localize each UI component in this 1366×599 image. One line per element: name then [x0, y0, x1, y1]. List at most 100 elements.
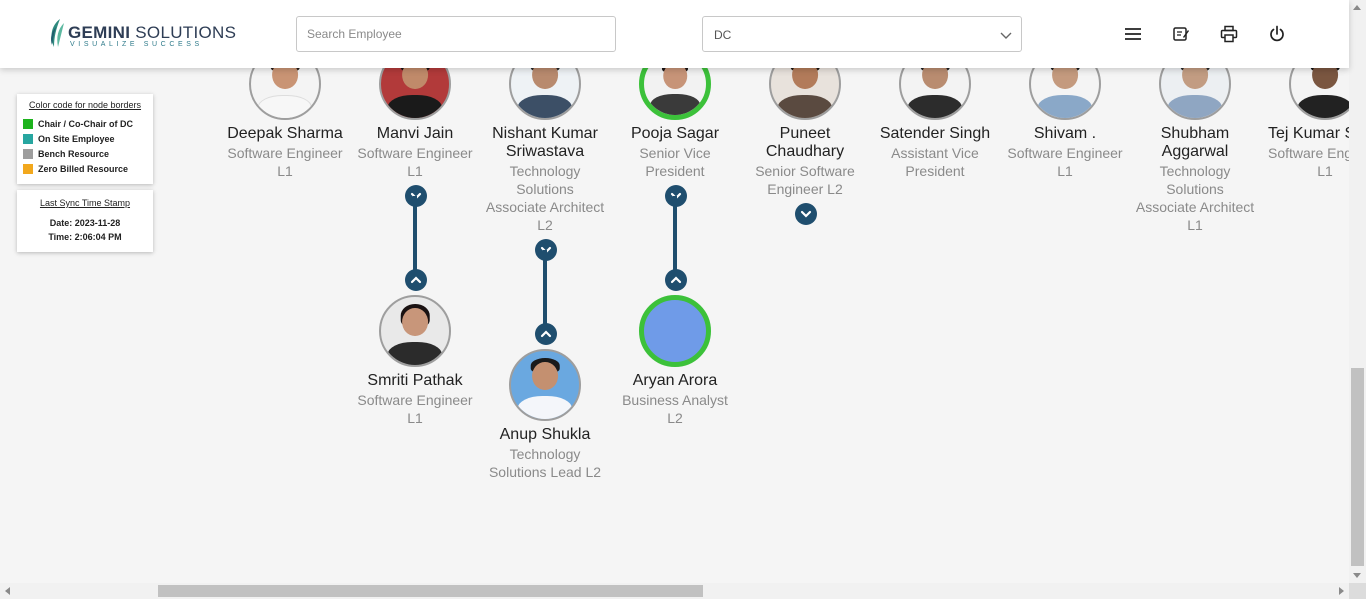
- employee-role: Software Engineer: [1007, 145, 1123, 161]
- employee-name: Smriti Pathak: [367, 372, 463, 389]
- employee-level: L1: [407, 410, 423, 426]
- bench-swatch: [23, 148, 33, 159]
- employee-role-line3: Associate Architect: [1135, 199, 1255, 215]
- tree-connector: [413, 196, 417, 280]
- employee-role: Senior Software: [755, 163, 855, 179]
- employee-name: Anup Shukla: [499, 426, 591, 443]
- employee-level: L2: [667, 410, 683, 426]
- employee-level: L1: [1317, 163, 1333, 179]
- vertical-scroll-thumb[interactable]: [1351, 368, 1364, 566]
- employee-name: Tej Kumar S: [1268, 125, 1349, 142]
- employee-level: L1: [1057, 163, 1073, 179]
- logo-wordmark: GEMINI SOLUTIONS: [68, 23, 237, 42]
- employee-level: L2: [537, 217, 553, 233]
- onsite-swatch: [23, 133, 33, 144]
- logout-button[interactable]: [1267, 24, 1287, 44]
- sync-time: Time: 2:06:04 PM: [48, 232, 122, 242]
- menu-button[interactable]: [1123, 24, 1143, 44]
- employee-name: Nishant Kumar: [492, 125, 598, 142]
- app-root: Deepak Sharma Software Engineer L1 Manvi…: [0, 0, 1366, 599]
- employee-role-line2: Engineer L2: [767, 181, 843, 197]
- department-select[interactable]: DC: [702, 16, 1022, 52]
- edit-note-icon: [1173, 27, 1189, 41]
- employee-role: Business Analyst: [622, 392, 728, 408]
- employee-level: L1: [1187, 217, 1203, 233]
- legend-label: Zero Billed Resource: [38, 163, 129, 174]
- legend-item: Chair / Co-Chair of DC: [23, 116, 153, 131]
- tree-connector: [543, 250, 547, 334]
- employee-role: Software Eng: [1268, 145, 1349, 161]
- chevron-down-icon: [1000, 32, 1012, 39]
- print-button[interactable]: [1219, 24, 1239, 44]
- collapse-up-toggle-button[interactable]: [535, 323, 557, 345]
- employee-role-line2: Solutions Lead L2: [488, 464, 602, 480]
- zero-billed-swatch: [23, 163, 33, 174]
- avatar[interactable]: [509, 349, 581, 421]
- expand-toggle-button[interactable]: [795, 203, 817, 225]
- sync-title: Last Sync Time Stamp: [39, 198, 131, 208]
- legend-label: Bench Resource: [38, 148, 110, 159]
- department-select-value: DC: [714, 28, 732, 42]
- chevron-up-icon: [410, 276, 422, 284]
- avatar-placeholder[interactable]: [639, 295, 711, 367]
- legend-label: On Site Employee: [38, 133, 115, 144]
- color-legend-panel: Color code for node borders Chair / Co-C…: [17, 94, 153, 184]
- employee-role: Technology: [509, 163, 581, 179]
- scrollbar-corner: [1349, 583, 1366, 599]
- org-chart: Deepak Sharma Software Engineer L1 Manvi…: [0, 0, 1349, 583]
- employee-name: Satender Singh: [879, 125, 991, 142]
- legend-title: Color code for node borders: [28, 100, 142, 110]
- collapse-up-toggle-button[interactable]: [665, 269, 687, 291]
- horizontal-scrollbar[interactable]: [0, 583, 1349, 599]
- scroll-down-arrow-icon[interactable]: [1353, 573, 1361, 578]
- employee-name: Manvi Jain: [376, 125, 454, 142]
- search-employee-input[interactable]: [296, 16, 616, 52]
- employee-name: Pooja Sagar: [630, 125, 720, 142]
- leaf-logo-icon: [51, 19, 64, 47]
- chevron-up-icon: [540, 330, 552, 338]
- sync-date: Date: 2023-11-28: [49, 218, 121, 228]
- employee-name: Shubham: [1160, 125, 1230, 142]
- employee-name: Puneet: [779, 125, 831, 142]
- logo-tagline: VISUALIZE SUCCESS: [70, 41, 203, 48]
- employee-level: L1: [407, 163, 423, 179]
- legend-label: Chair / Co-Chair of DC: [38, 118, 134, 129]
- employee-role: Assistant Vice: [891, 145, 979, 161]
- employee-role-line2: President: [645, 163, 705, 179]
- employee-role: Software Engineer: [227, 145, 343, 161]
- employee-role: Technology: [1159, 163, 1231, 179]
- employee-role: Technology: [509, 446, 581, 462]
- employee-role: Senior Vice: [639, 145, 711, 161]
- employee-role: Software Engineer: [357, 145, 473, 161]
- menu-icon: [1125, 28, 1141, 40]
- company-logo[interactable]: GEMINI SOLUTIONS VISUALIZE SUCCESS: [46, 17, 236, 51]
- employee-name: Aryan Arora: [632, 372, 718, 389]
- employee-role-line2: Solutions: [516, 181, 574, 197]
- legend-item: Zero Billed Resource: [23, 161, 153, 176]
- top-header: GEMINI SOLUTIONS VISUALIZE SUCCESS DC: [0, 0, 1349, 68]
- employee-name-line2: Chaudhary: [765, 143, 845, 160]
- vertical-scrollbar[interactable]: [1349, 0, 1366, 583]
- avatar[interactable]: [379, 295, 451, 367]
- chevron-up-icon: [670, 276, 682, 284]
- employee-name: Shivam .: [1033, 125, 1097, 142]
- employee-name-line2: Sriwastava: [505, 143, 585, 160]
- collapse-up-toggle-button[interactable]: [405, 269, 427, 291]
- employee-role-line2: Solutions: [1166, 181, 1224, 197]
- employee-role-line2: President: [905, 163, 965, 179]
- edit-notes-button[interactable]: [1171, 24, 1191, 44]
- employee-role-line3: Associate Architect: [485, 199, 605, 215]
- employee-level: L1: [277, 163, 293, 179]
- horizontal-scroll-thumb[interactable]: [158, 585, 703, 597]
- employee-name-line2: Aggarwal: [1161, 143, 1229, 160]
- chevron-down-icon: [800, 210, 812, 218]
- sync-timestamp-panel: Last Sync Time Stamp Date: 2023-11-28 Ti…: [17, 190, 153, 252]
- scroll-up-arrow-icon[interactable]: [1353, 5, 1361, 10]
- employee-role: Software Engineer: [357, 392, 473, 408]
- employee-name: Deepak Sharma: [227, 125, 343, 142]
- chair-swatch: [23, 118, 33, 129]
- power-icon: [1270, 25, 1284, 42]
- legend-item: On Site Employee: [23, 131, 153, 146]
- scroll-left-arrow-icon[interactable]: [5, 587, 10, 595]
- scroll-right-arrow-icon[interactable]: [1339, 587, 1344, 595]
